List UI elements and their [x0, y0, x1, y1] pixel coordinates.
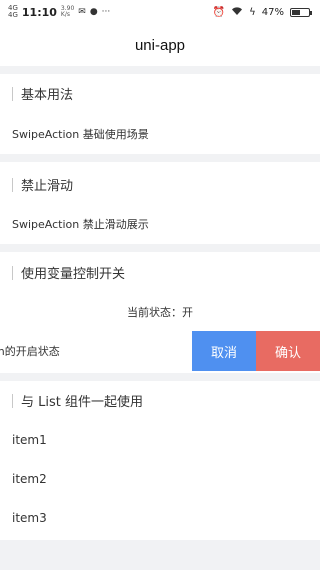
- section-divider: [0, 244, 320, 252]
- page-bottom: [0, 540, 320, 570]
- section-title-list: 与 List 组件一起使用: [12, 391, 143, 410]
- status-bar-left: 4G 4G 11:10 3.90 K/s ✉ ● ···: [8, 5, 110, 19]
- section-divider: [0, 66, 320, 74]
- more-notifications: ···: [101, 7, 111, 17]
- clock: 11:10: [21, 5, 57, 19]
- cancel-button[interactable]: 取消: [192, 331, 256, 371]
- section-title-marker: [12, 393, 13, 408]
- network-speed: 3.90 K/s: [61, 6, 74, 18]
- qq-icon: ●: [89, 7, 98, 17]
- navigation-bar: uni-app: [0, 24, 320, 66]
- section-title-label: 基本用法: [21, 88, 74, 103]
- section-title-basic: 基本用法: [12, 84, 73, 103]
- signal-icon: 4G 4G: [8, 5, 18, 19]
- notification-icon: ✉: [78, 7, 86, 17]
- section-title-marker: [12, 86, 13, 101]
- wifi-icon: [231, 6, 243, 19]
- swipe-row-content[interactable]: ion的开启状态: [0, 331, 60, 371]
- list-item[interactable]: item1: [12, 433, 47, 447]
- section-title-variable: 使用变量控制开关: [12, 263, 125, 282]
- confirm-button[interactable]: 确认: [256, 331, 320, 371]
- section-divider: [0, 154, 320, 162]
- section-title-label: 与 List 组件一起使用: [21, 395, 143, 410]
- swipe-row-disabled[interactable]: SwipeAction 禁止滑动展示: [12, 216, 149, 232]
- battery-fill: [292, 9, 300, 15]
- alarm-icon: ⏰: [212, 6, 226, 18]
- charging-icon: ϟ: [249, 6, 256, 18]
- section-title-label: 禁止滑动: [21, 179, 74, 194]
- battery-percent: 47%: [261, 6, 284, 18]
- network-speed-unit: K/s: [60, 11, 70, 18]
- status-bar: 4G 4G 11:10 3.90 K/s ✉ ● ··· ⏰ ϟ 47%: [0, 0, 320, 24]
- section-title-marker: [12, 177, 13, 192]
- page-title: uni-app: [134, 36, 186, 54]
- section-title-marker: [12, 265, 13, 280]
- battery-icon: [290, 7, 312, 17]
- section-title-disabled: 禁止滑动: [12, 175, 73, 194]
- status-bar-right: ⏰ ϟ 47%: [212, 6, 312, 19]
- swipe-row-variable[interactable]: ion的开启状态 取消 确认: [0, 331, 320, 371]
- list-item[interactable]: item2: [12, 472, 47, 486]
- signal-label-2: 4G: [8, 11, 18, 19]
- section-title-label: 使用变量控制开关: [21, 267, 126, 282]
- section-divider: [0, 373, 320, 381]
- current-status-text: 当前状态：开: [127, 306, 193, 319]
- swipe-row-basic[interactable]: SwipeAction 基础使用场景: [12, 126, 149, 142]
- list-item[interactable]: item3: [12, 511, 47, 525]
